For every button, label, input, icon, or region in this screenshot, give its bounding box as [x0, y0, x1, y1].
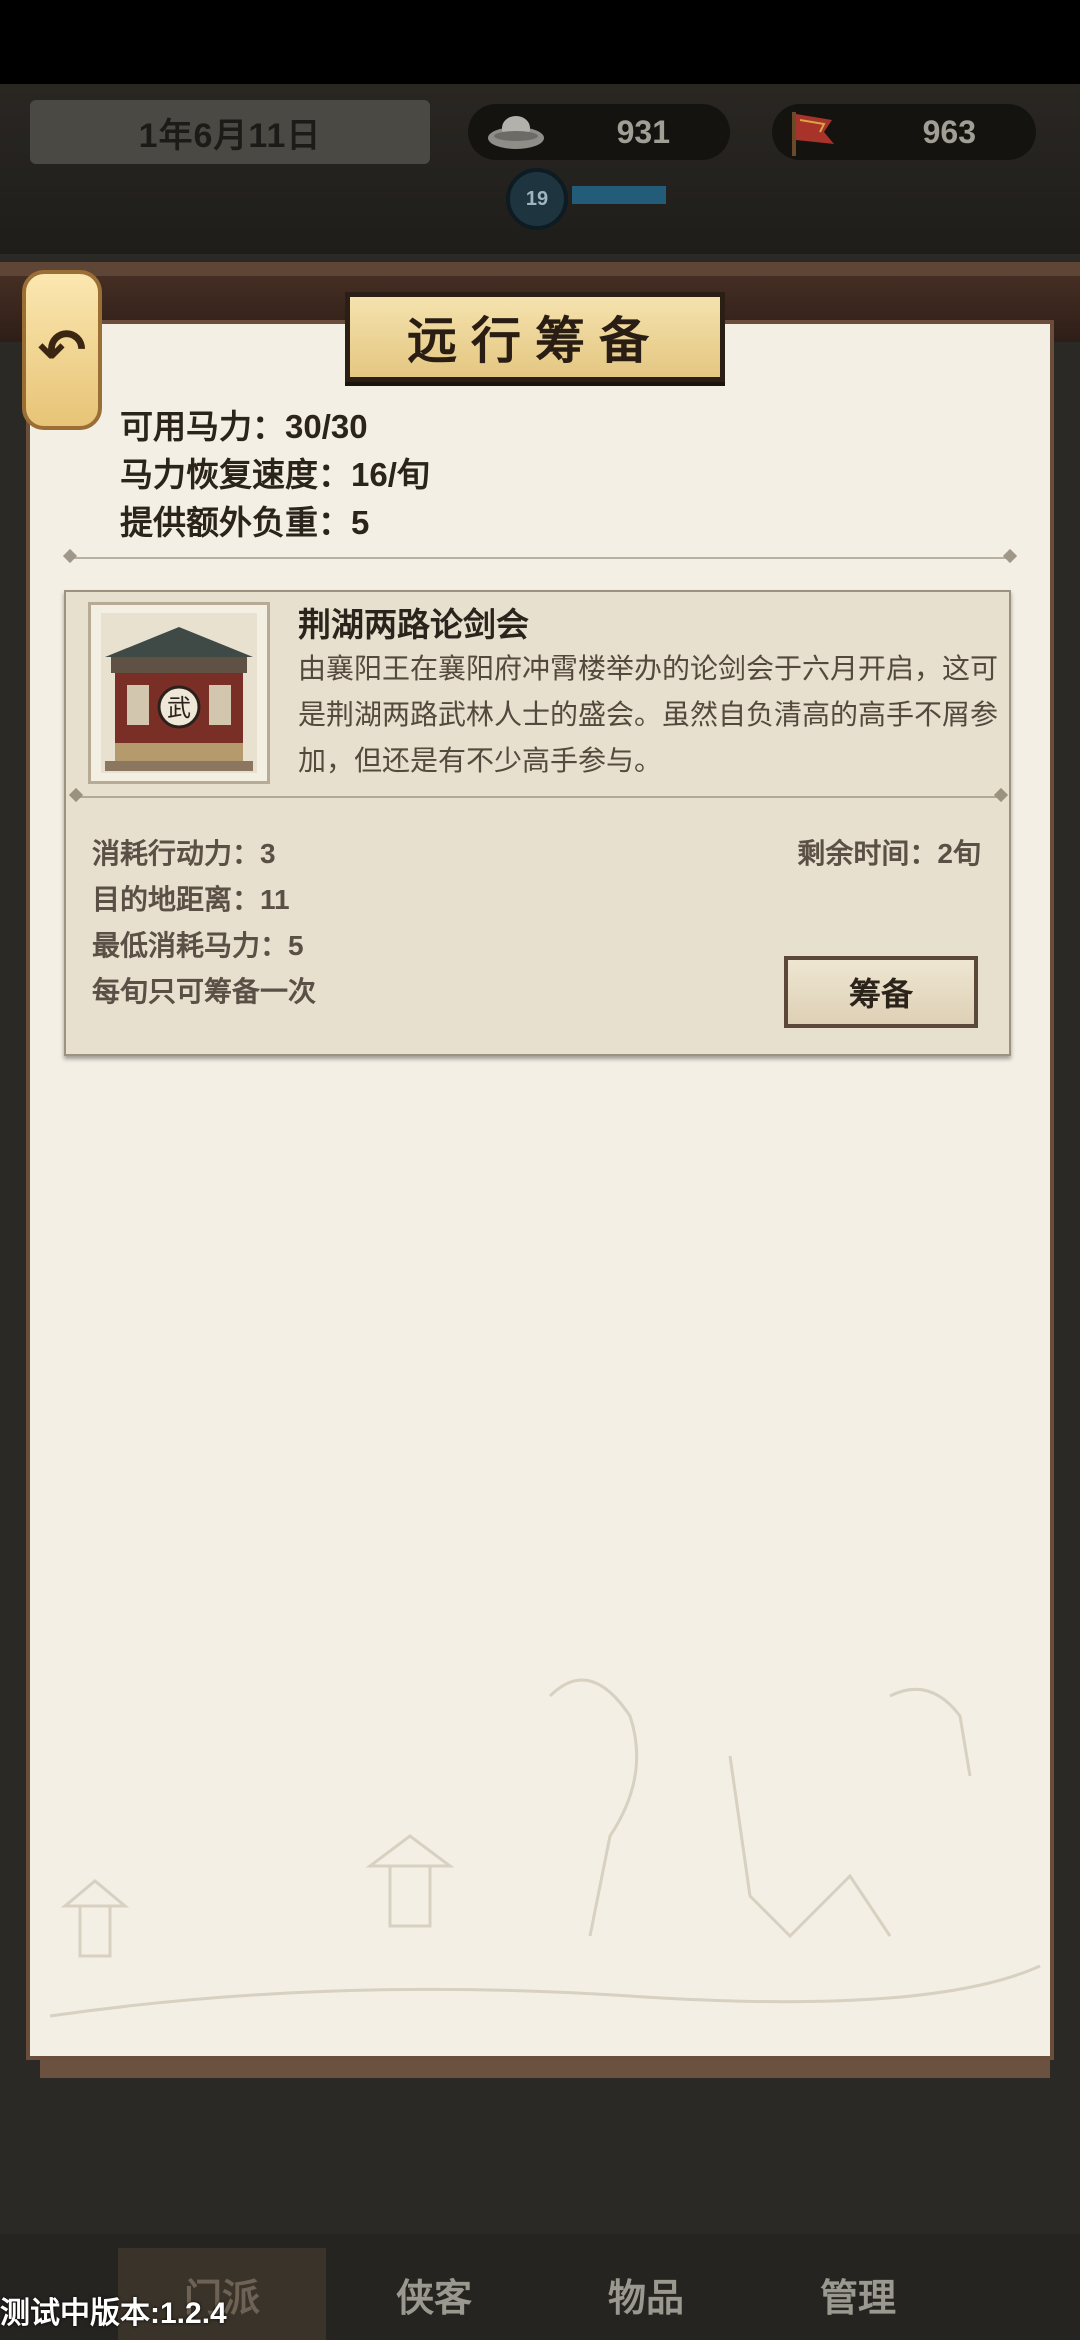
back-button[interactable]: ↶	[22, 270, 102, 430]
event-description: 由襄阳王在襄阳府冲霄楼举办的论剑会于六月开启，这可是荆湖两路武林人士的盛会。虽然…	[298, 653, 999, 776]
reputation-counter[interactable]: 963	[772, 104, 1036, 160]
card-divider	[76, 796, 1001, 798]
svg-text:武: 武	[167, 694, 191, 722]
banner-flag-icon	[792, 112, 834, 156]
level-progress-bar	[572, 186, 666, 204]
prepare-button[interactable]: 筹备	[784, 956, 978, 1028]
event-title: 荆湖两路论剑会	[298, 606, 529, 643]
nav-tab-items[interactable]: 物品	[542, 2248, 750, 2340]
martial-hall-icon: 武	[101, 613, 257, 773]
panel-bottom-edge	[40, 2060, 1050, 2078]
panel-title: 远行筹备	[407, 311, 663, 370]
horse-recovery-speed: 马力恢复速度：16/旬	[120, 456, 430, 493]
silver-ingot-icon	[488, 116, 544, 149]
event-image: 武	[88, 602, 270, 784]
expedition-panel	[26, 320, 1054, 2060]
destination-distance: 目的地距离：11	[92, 884, 290, 915]
version-label: 测试中版本:1.2.4	[0, 2297, 227, 2330]
back-arrow-icon: ↶	[37, 318, 87, 383]
landscape-watermark	[49, 1678, 1041, 2018]
roof-eaves	[0, 262, 1080, 276]
silver-counter[interactable]: 931	[468, 104, 730, 160]
date-display: 1年6月11日	[30, 100, 430, 164]
level-badge[interactable]: 19	[506, 168, 568, 230]
nav-tab-manage[interactable]: 管理	[754, 2248, 962, 2340]
event-card: 武 荆湖两路论剑会 由襄阳王在襄阳府冲霄楼举办的论剑会于六月开启，这可是荆湖两路…	[64, 590, 1011, 1056]
min-horse-cost: 最低消耗马力：5	[92, 930, 304, 961]
nav-tab-heroes[interactable]: 侠客	[330, 2248, 538, 2340]
remaining-time: 剩余时间：2旬	[797, 838, 981, 869]
panel-title-plate: 远行筹备	[345, 292, 725, 382]
section-divider	[70, 557, 1010, 559]
available-horse-power: 可用马力：30/30	[120, 408, 368, 445]
prepare-limit-note: 每旬只可筹备一次	[92, 976, 317, 1007]
action-cost: 消耗行动力：3	[92, 838, 276, 869]
status-bar	[0, 0, 1080, 84]
reputation-value: 963	[922, 113, 976, 150]
silver-value: 931	[616, 113, 670, 150]
extra-load-capacity: 提供额外负重：5	[120, 504, 370, 541]
